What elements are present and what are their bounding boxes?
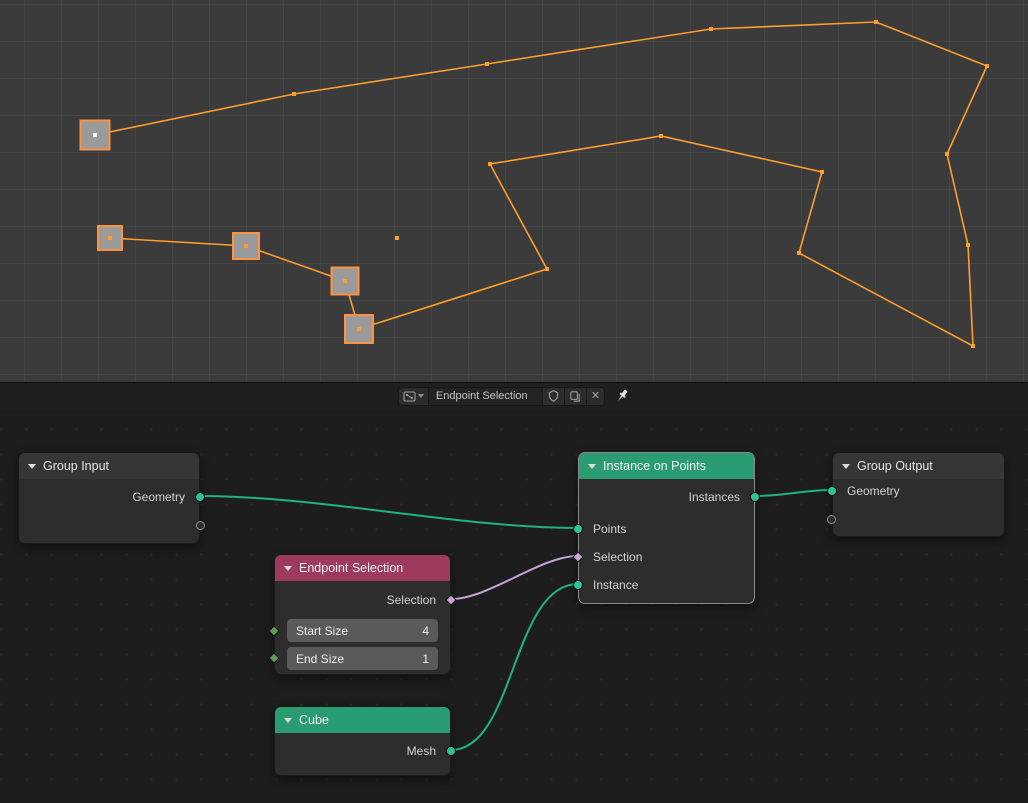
output-label-mesh: Mesh [275,740,450,762]
curve-control-point[interactable] [874,20,878,24]
node-title: Group Input [43,459,109,473]
curve-control-point[interactable] [485,62,489,66]
instance-input-socket[interactable] [573,580,583,590]
node-header[interactable]: Group Output [833,453,1004,479]
curve-control-point[interactable] [797,251,801,255]
wire-selection-to-selection[interactable] [451,556,578,599]
node-header[interactable]: Cube [275,707,450,733]
virtual-input-socket[interactable] [827,515,836,524]
curve-control-point[interactable] [292,92,296,96]
field-label: End Size [296,652,344,666]
collapse-chevron-icon[interactable] [284,566,292,571]
input-label-points: Points [579,518,754,540]
collapse-chevron-icon[interactable] [588,464,596,469]
shield-icon [547,389,560,403]
unlink-button[interactable]: ✕ [587,388,604,405]
input-label-geometry: Geometry [833,480,1004,502]
curve-control-point[interactable] [971,344,975,348]
node-header[interactable]: Instance on Points [579,453,754,479]
curve-control-point[interactable] [966,243,970,247]
start-size-input-socket[interactable] [268,625,279,636]
mesh-output-socket[interactable] [446,746,456,756]
fake-user-button[interactable] [543,388,565,405]
output-label-selection: Selection [275,589,450,611]
curve-control-point[interactable] [244,244,248,248]
field-value: 4 [422,624,429,638]
field-label: Start Size [296,624,348,638]
new-copy-button[interactable] [565,388,587,405]
curve-control-point[interactable] [659,134,663,138]
field-value: 1 [422,652,429,666]
node-cube[interactable]: Cube Mesh [274,706,451,776]
stray-point[interactable] [395,236,399,240]
node-title: Endpoint Selection [299,561,403,575]
collapse-chevron-icon[interactable] [842,464,850,469]
curve-control-point[interactable] [945,152,949,156]
node-title: Instance on Points [603,459,706,473]
node-instance-on-points[interactable]: Instance on Points Instances Points Sele… [578,452,755,604]
curve-control-point[interactable] [357,327,361,331]
curve-control-point[interactable] [93,133,97,137]
pin-icon [614,388,630,404]
node-editor[interactable]: Group Input Geometry Instance on Points … [0,409,1028,802]
close-icon: ✕ [591,391,600,402]
wire-instances-to-geometry[interactable] [755,490,832,496]
node-header[interactable]: Endpoint Selection [275,555,450,581]
collapse-chevron-icon[interactable] [28,464,36,469]
collapse-chevron-icon[interactable] [284,718,292,723]
curve-control-point[interactable] [108,236,112,240]
node-header[interactable]: Group Input [19,453,199,479]
end-size-input-socket[interactable] [268,652,279,663]
browse-tree-button[interactable] [399,388,429,405]
wire-mesh-to-instance[interactable] [451,584,578,750]
viewport-canvas[interactable] [0,0,1028,383]
end-size-field[interactable]: End Size 1 [287,647,438,670]
spline-curve[interactable] [95,22,987,346]
output-label-geometry: Geometry [19,486,199,508]
curve-control-point[interactable] [545,267,549,271]
curve-control-point[interactable] [985,64,989,68]
geometry-output-socket[interactable] [195,492,205,502]
node-group-input[interactable]: Group Input Geometry [18,452,200,544]
node-tree-selector: Endpoint Selection ✕ [398,387,605,406]
pin-button[interactable] [614,388,630,404]
node-tree-icon [403,390,416,403]
curve-control-point[interactable] [488,162,492,166]
3d-viewport[interactable] [0,0,1028,383]
output-label-instances: Instances [579,486,754,508]
copy-icon [569,390,582,403]
geometry-input-socket[interactable] [827,486,837,496]
curve-control-point[interactable] [820,170,824,174]
node-title: Cube [299,713,329,727]
node-group-output[interactable]: Group Output Geometry [832,452,1005,537]
curve-control-point[interactable] [343,279,347,283]
node-endpoint-selection[interactable]: Endpoint Selection Selection Start Size … [274,554,451,675]
wire-geometry-to-points[interactable] [200,496,578,528]
virtual-output-socket[interactable] [196,521,205,530]
node-title: Group Output [857,459,933,473]
chevron-down-icon [418,394,424,398]
points-input-socket[interactable] [573,524,583,534]
curve-control-point[interactable] [709,27,713,31]
start-size-field[interactable]: Start Size 4 [287,619,438,642]
tree-name-field[interactable]: Endpoint Selection [429,388,543,405]
input-label-instance: Instance [579,574,754,596]
instances-output-socket[interactable] [750,492,760,502]
node-editor-header: Endpoint Selection ✕ [0,383,1028,409]
input-label-selection: Selection [579,546,754,568]
